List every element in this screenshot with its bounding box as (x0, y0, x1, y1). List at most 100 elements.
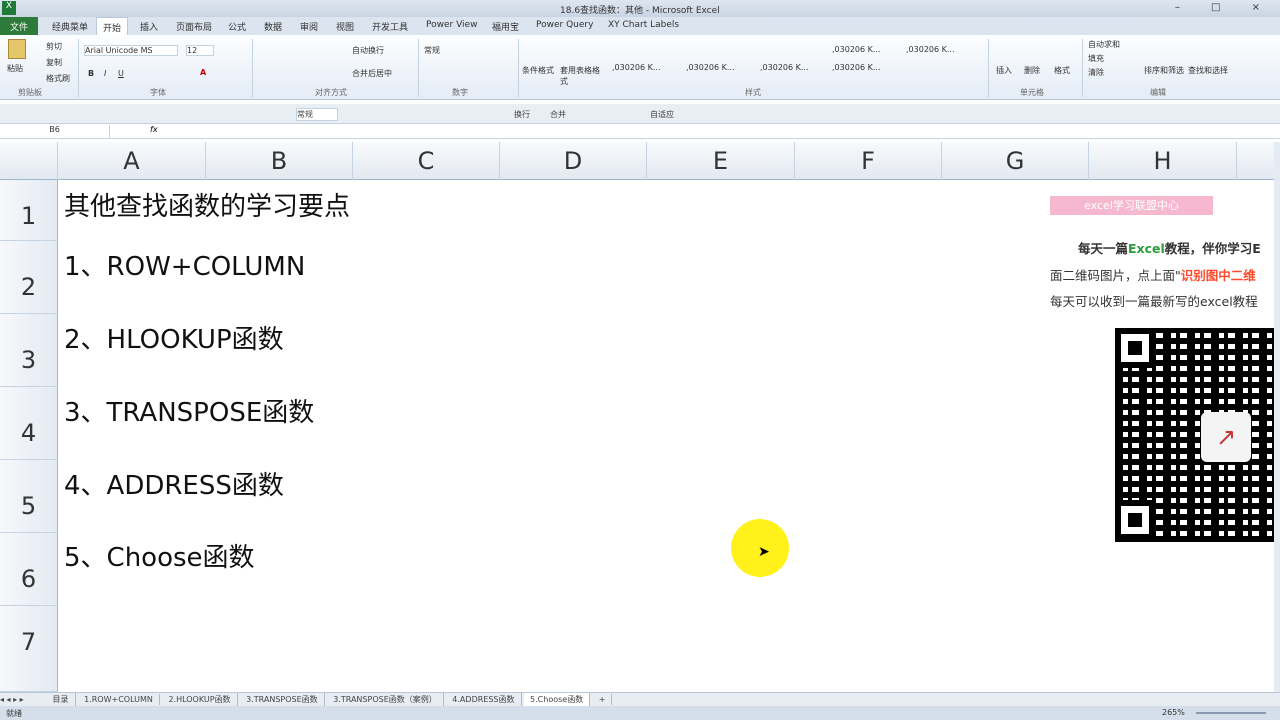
column-header-c[interactable]: C (353, 142, 500, 180)
cell-a6[interactable]: 5、Choose函数 (64, 537, 255, 574)
promo-line-1: 每天一篇Excel教程，伴你学习E (1078, 238, 1261, 257)
group-label-alignment: 对齐方式 (315, 88, 347, 97)
window-title: 18.6查找函数：其他 - Microsoft Excel (560, 6, 720, 16)
fx-icon[interactable]: fx (150, 125, 158, 134)
promo-text: 每天一篇 (1078, 241, 1129, 256)
row-header-4[interactable]: 4 (0, 387, 58, 460)
delete-cells-button[interactable]: 删除 (1024, 65, 1040, 76)
sheet-tab[interactable]: 4.ADDRESS函数 (446, 693, 522, 706)
format-cells-button[interactable]: 格式 (1054, 65, 1070, 76)
promo-brand: Excel (1128, 241, 1165, 256)
sheet-tab[interactable]: 2.HLOOKUP函数 (162, 693, 238, 706)
sheet-tab-active[interactable]: 5.Choose函数 (524, 693, 591, 706)
promo-banner: excel学习联盟中心 (1050, 196, 1213, 215)
tab-view[interactable]: 视图 (336, 20, 354, 33)
tab-power-query[interactable]: Power Query (536, 20, 593, 30)
tab-home[interactable]: 开始 (96, 17, 129, 35)
title-bar: X 18.6查找函数：其他 - Microsoft Excel – □ × (0, 0, 1280, 17)
select-all-button[interactable] (0, 142, 58, 180)
style-sample[interactable]: ,030206 K... (906, 45, 955, 54)
find-select-button[interactable]: 查找和选择 (1188, 65, 1228, 76)
tab-classic-menu[interactable]: 经典菜单 (52, 20, 88, 33)
merge-center-button[interactable]: 合并后居中 (352, 68, 392, 79)
paste-button[interactable]: 粘贴 (7, 63, 23, 74)
column-header-f[interactable]: F (795, 142, 942, 180)
font-color-button[interactable]: A (200, 68, 206, 77)
name-box[interactable]: B6 (0, 125, 110, 138)
fill-button[interactable]: 填充 (1088, 53, 1104, 64)
tab-file[interactable]: 文件 (0, 17, 38, 35)
cell-a4[interactable]: 3、TRANSPOSE函数 (64, 392, 314, 429)
row-header-1[interactable]: 1 (0, 180, 58, 241)
zoom-slider[interactable] (1196, 712, 1266, 714)
tab-formulas[interactable]: 公式 (228, 20, 246, 33)
qr-code-image: ↗ (1115, 328, 1277, 542)
sheet-tab[interactable]: 1.ROW+COLUMN (78, 694, 160, 705)
style-sample[interactable]: ,030206 K... (686, 63, 735, 72)
column-header-g[interactable]: G (942, 142, 1089, 180)
row-header-6[interactable]: 6 (0, 533, 58, 606)
clear-button[interactable]: 清除 (1088, 67, 1104, 78)
row-header-5[interactable]: 5 (0, 460, 58, 533)
cell-a1[interactable]: 其他查找函数的学习要点 (64, 186, 350, 223)
bold-button[interactable]: B (88, 69, 94, 78)
wrap-text-button[interactable]: 自动换行 (352, 45, 384, 56)
tab-developer[interactable]: 开发工具 (372, 20, 408, 33)
insert-cells-button[interactable]: 插入 (996, 65, 1012, 76)
qat-autofit-button[interactable]: 自适应 (650, 109, 674, 120)
font-size-select[interactable]: 12 (186, 45, 214, 56)
tab-fuyongbao[interactable]: 福用宝 (492, 20, 519, 33)
style-sample[interactable]: ,030206 K... (832, 45, 881, 54)
promo-line-3: 每天可以收到一篇最新写的excel教程 (1050, 294, 1258, 309)
qr-finder (1115, 328, 1155, 368)
tab-insert[interactable]: 插入 (140, 20, 158, 33)
column-header-a[interactable]: A (58, 142, 206, 180)
zoom-level[interactable]: 265% (1162, 708, 1185, 717)
group-label-styles: 样式 (745, 88, 761, 97)
sheet-tab[interactable]: 3.TRANSPOSE函数 (240, 693, 325, 706)
tab-page-layout[interactable]: 页面布局 (176, 20, 212, 33)
underline-button[interactable]: U (118, 69, 124, 78)
vertical-scrollbar[interactable] (1274, 142, 1280, 692)
column-header-e[interactable]: E (647, 142, 795, 180)
cell-a2[interactable]: 1、ROW+COLUMN (64, 246, 305, 283)
conditional-format-button[interactable]: 条件格式 (522, 65, 554, 76)
tab-review[interactable]: 审阅 (300, 20, 318, 33)
formula-input[interactable] (170, 125, 1270, 138)
format-painter-button[interactable]: 格式刷 (46, 73, 70, 84)
qat-wrap-button[interactable]: 换行 (514, 109, 530, 120)
tab-xy-chart-labels[interactable]: XY Chart Labels (608, 20, 679, 30)
style-sample[interactable]: ,030206 K... (832, 63, 881, 72)
cut-button[interactable]: 剪切 (46, 41, 62, 52)
column-header-b[interactable]: B (206, 142, 353, 180)
window-controls[interactable]: – □ × (1175, 2, 1274, 13)
table-format-button[interactable]: 套用表格格式 (560, 65, 600, 87)
row-header-2[interactable]: 2 (0, 241, 58, 314)
qat-merge-button[interactable]: 合并 (550, 109, 566, 120)
row-header-7[interactable]: 7 (0, 606, 58, 692)
group-label-clipboard: 剪贴板 (18, 88, 42, 97)
cell-a3[interactable]: 2、HLOOKUP函数 (64, 319, 284, 356)
style-sample[interactable]: ,030206 K... (760, 63, 809, 72)
cell-a5[interactable]: 4、ADDRESS函数 (64, 465, 284, 502)
column-header-d[interactable]: D (500, 142, 647, 180)
sort-filter-button[interactable]: 排序和筛选 (1144, 65, 1184, 76)
tab-power-view[interactable]: Power View (426, 20, 477, 30)
style-sample[interactable]: ,030206 K... (612, 63, 661, 72)
sheet-tab[interactable]: 3.TRANSPOSE函数（案例） (327, 693, 444, 706)
number-format-select[interactable]: 常规 (424, 45, 514, 56)
italic-button[interactable]: I (104, 69, 106, 78)
column-header-h[interactable]: H (1089, 142, 1237, 180)
sheet-tabs: ◂ ◂ ▸ ▸ 目录 1.ROW+COLUMN 2.HLOOKUP函数 3.TR… (0, 692, 1280, 706)
formula-bar: B6 fx (0, 125, 1280, 139)
ribbon: 粘贴 剪切 复制 格式刷 剪贴板 Arial Unicode MS 12 B I… (0, 35, 1280, 100)
autosum-button[interactable]: 自动求和 (1088, 39, 1120, 50)
copy-button[interactable]: 复制 (46, 57, 62, 68)
tab-data[interactable]: 数据 (264, 20, 282, 33)
sheet-tab[interactable]: 目录 (47, 693, 76, 706)
font-name-select[interactable]: Arial Unicode MS (84, 45, 178, 56)
sheet-nav-arrows[interactable]: ◂ ◂ ▸ ▸ (0, 695, 44, 704)
qat-format-box[interactable]: 常规 (296, 108, 338, 121)
new-sheet-button[interactable]: + (593, 694, 613, 705)
row-header-3[interactable]: 3 (0, 314, 58, 387)
